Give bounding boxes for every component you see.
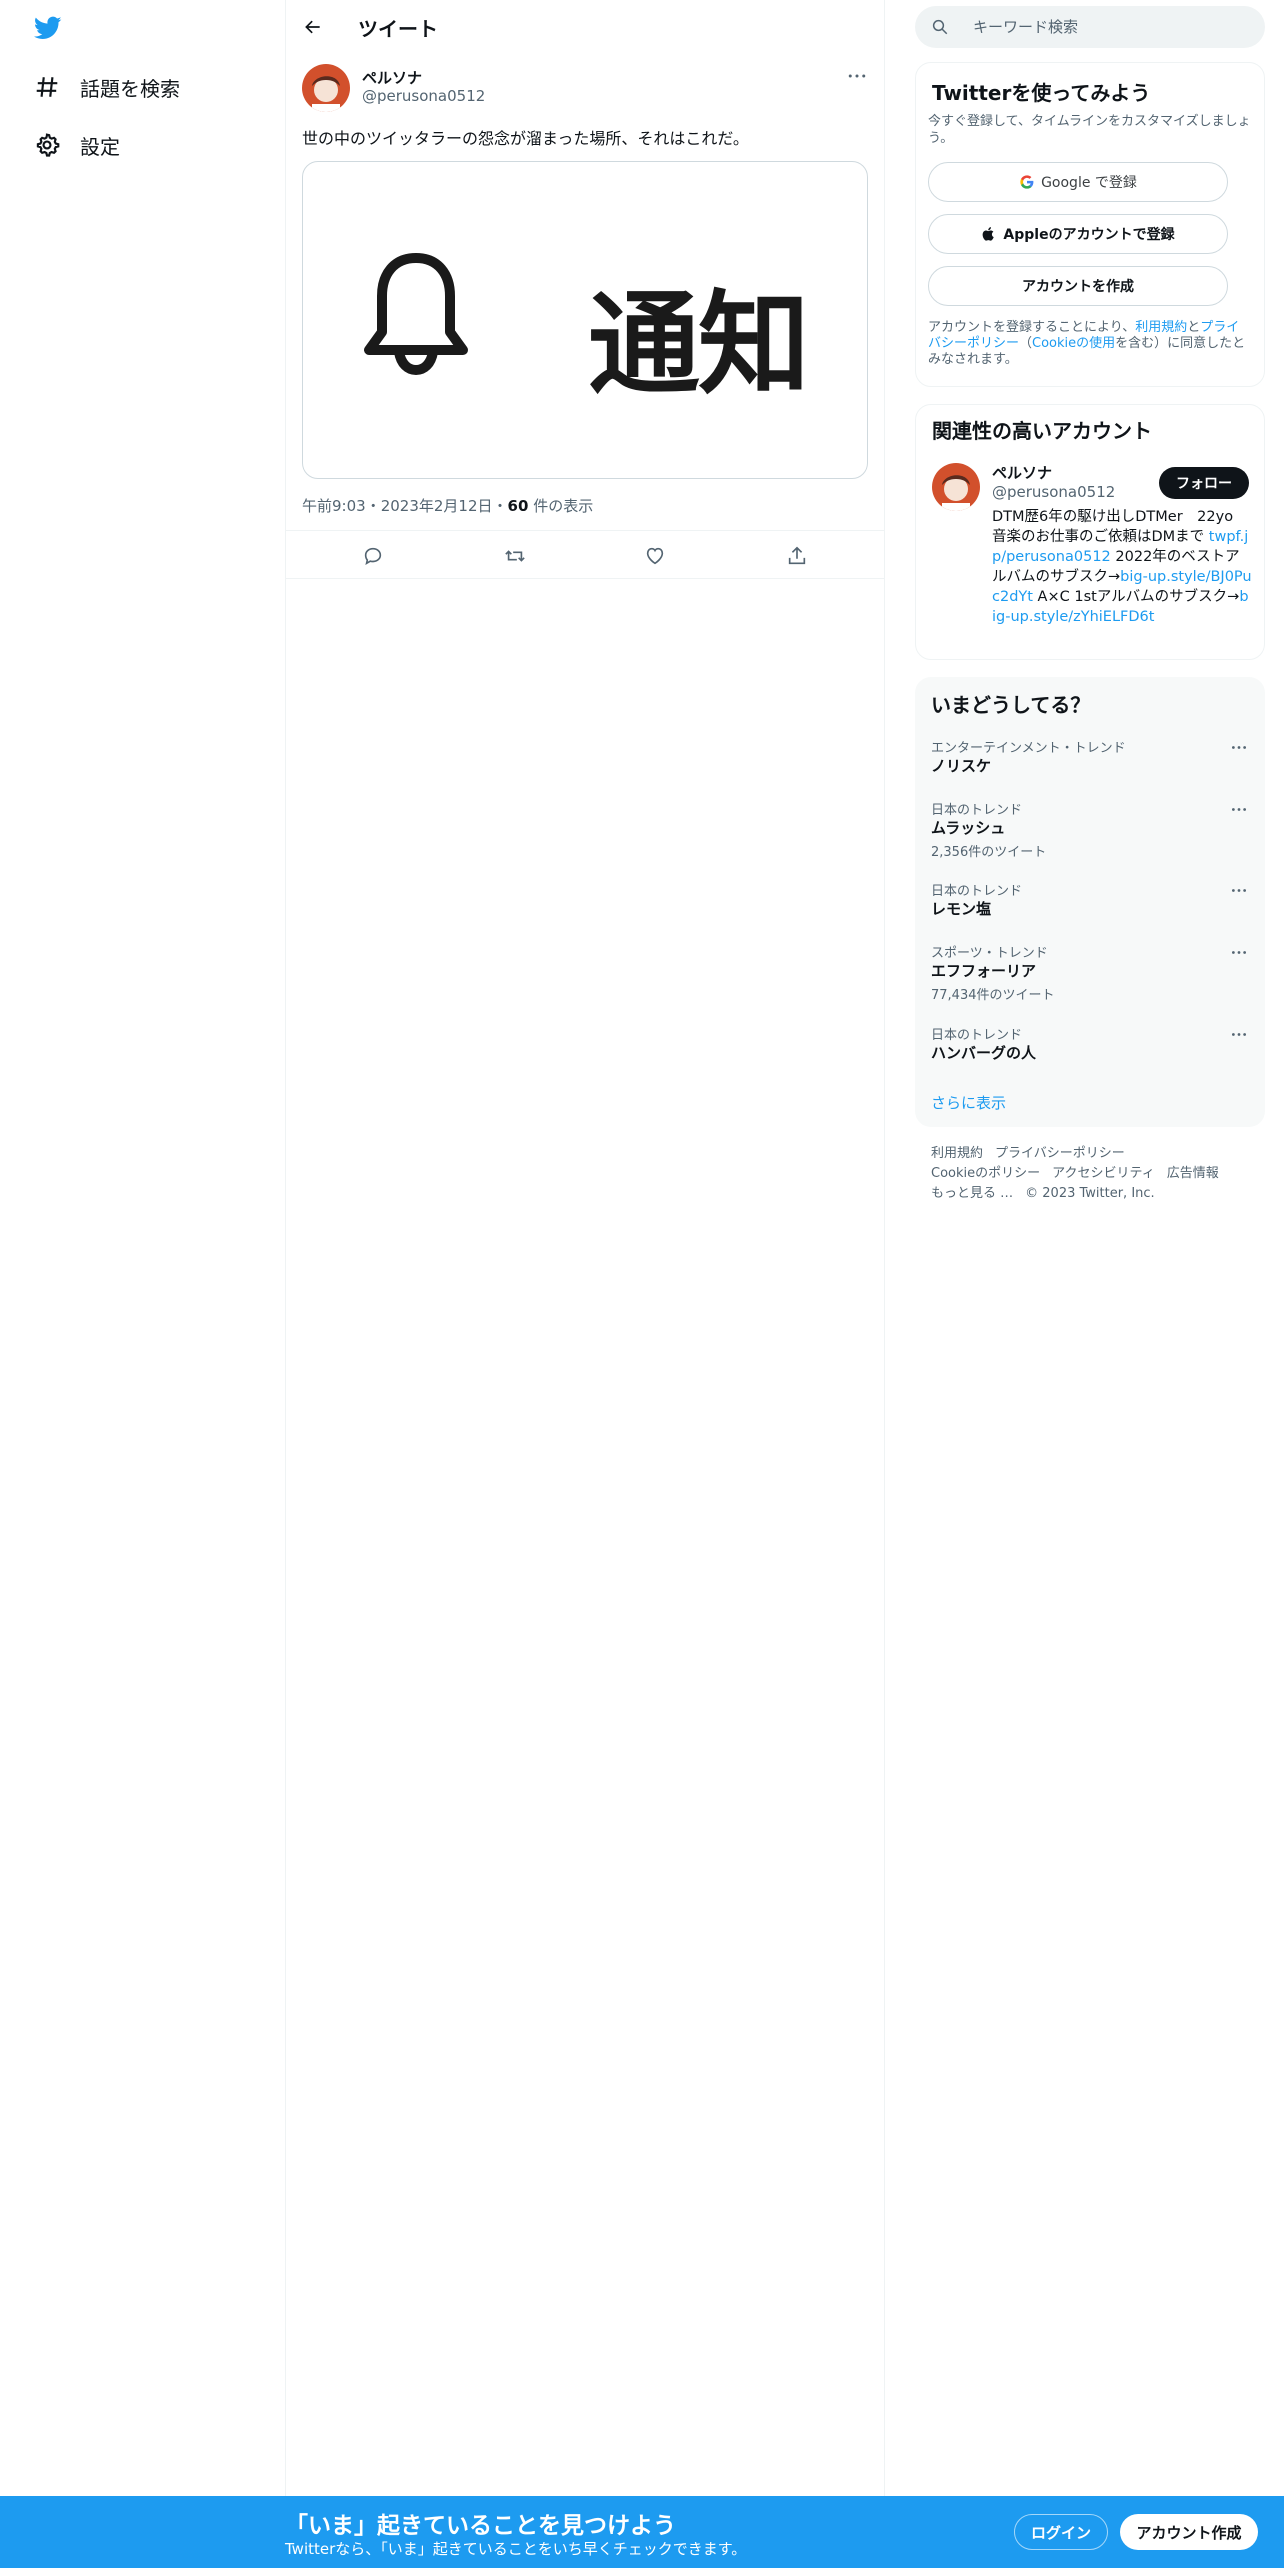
footer-link[interactable]: 広告情報	[1167, 1166, 1219, 1181]
more-dots-icon	[848, 74, 866, 78]
copyright: © 2023 Twitter, Inc.	[1025, 1186, 1155, 1201]
trend-count: 77,434件のツイート	[931, 988, 1055, 1003]
left-nav: 話題を検索 設定	[0, 0, 285, 2568]
trend-name: レモン塩	[931, 900, 992, 918]
tweet-author-handle[interactable]: @perusona0512	[362, 87, 485, 105]
cookie-link[interactable]: Cookieの使用	[1032, 336, 1115, 351]
search-input[interactable]	[973, 18, 1233, 36]
related-account-bio: DTM歴6年の駆け出しDTMer 22yo 音楽のお仕事のご依頼はDMまで tw…	[992, 509, 1252, 625]
follow-button[interactable]: フォロー	[1159, 467, 1249, 499]
more-dots-icon[interactable]	[1227, 737, 1251, 757]
search-box[interactable]	[915, 6, 1265, 48]
bottom-bar-subtitle: Twitterなら、「いま」起きていることをいち早くチェックできます。	[285, 2540, 747, 2558]
login-button[interactable]: ログイン	[1014, 2514, 1108, 2550]
arrow-left-icon	[305, 20, 320, 34]
tweet-text: 世の中のツイッタラーの怨念が溜まった場所、それはこれだ。	[302, 129, 749, 148]
footer-links: 利用規約 プライバシーポリシー Cookieのポリシー アクセシビリティ 広告情報 も…	[931, 1144, 1261, 1204]
signup-button[interactable]: アカウント作成	[1120, 2514, 1258, 2550]
related-accounts-card: 関連性の高いアカウント ペルソナ @perusona0512 フォロー DTM歴…	[915, 404, 1265, 660]
trend-category: エンターテインメント・トレンド	[931, 741, 1126, 756]
bell-icon	[364, 253, 468, 376]
retweet-icon	[505, 550, 525, 562]
bottom-bar-title: 「いま」起きていることを見つけよう	[285, 2513, 676, 2539]
main-column: ツイート ペルソナ @perusona0512 世の中のツイッタラーの怨念が溜ま…	[285, 0, 885, 2568]
trend-category: 日本のトレンド	[931, 1028, 1023, 1043]
gear-icon	[32, 130, 62, 160]
tweet-date[interactable]: 2023年2月12日	[381, 497, 493, 515]
trend-name: ノリスケ	[931, 757, 992, 775]
main-header: ツイート	[286, 0, 884, 54]
trends-title: いまどうしてる？	[931, 693, 1091, 717]
trend-name: ムラッシュ	[931, 819, 1006, 837]
signup-card: Twitterを使ってみよう 今すぐ登録して、タイムラインをカスタマイズしましょ…	[915, 62, 1265, 387]
bottom-signup-bar: 「いま」起きていることを見つけよう Twitterなら、「いま」起きていることを…	[0, 2496, 1284, 2568]
reply-button[interactable]	[360, 543, 386, 569]
create-account-button[interactable]: アカウントを作成	[928, 266, 1228, 306]
avatar[interactable]	[932, 463, 980, 511]
share-button[interactable]	[784, 543, 810, 569]
terms-link[interactable]: 利用規約	[1135, 320, 1187, 335]
trend-category: 日本のトレンド	[931, 884, 1023, 899]
hashtag-icon	[32, 72, 62, 102]
tweet-meta: 午前9:03・2023年2月12日・60 件の表示	[302, 497, 594, 515]
more-dots-icon[interactable]	[1227, 942, 1251, 962]
views-label: 件の表示	[533, 497, 594, 515]
tweet-author-name[interactable]: ペルソナ	[362, 67, 422, 88]
footer-link[interactable]: 利用規約	[931, 1146, 983, 1161]
trend-name: エフフォーリア	[931, 962, 1037, 980]
tweet-time[interactable]: 午前9:03	[302, 497, 366, 515]
google-icon	[1020, 175, 1034, 189]
nav-item-explore[interactable]: 話題を検索	[32, 67, 180, 107]
signup-title: Twitterを使ってみよう	[932, 81, 1151, 105]
tweet-media-image[interactable]: 通知	[302, 161, 868, 479]
related-title: 関連性の高いアカウント	[932, 419, 1152, 443]
apple-signup-button[interactable]: Appleのアカウントで登録	[928, 214, 1228, 254]
page-title: ツイート	[358, 17, 438, 41]
search-icon	[932, 19, 948, 35]
apple-icon	[983, 227, 995, 241]
related-account-handle[interactable]: @perusona0512	[992, 483, 1115, 501]
related-account-name[interactable]: ペルソナ	[992, 462, 1052, 483]
more-dots-icon[interactable]	[1227, 880, 1251, 900]
back-button[interactable]	[294, 8, 332, 46]
google-signup-button[interactable]: Google で登録	[928, 162, 1228, 202]
nav-item-settings[interactable]: 設定	[32, 125, 120, 165]
share-icon	[788, 546, 806, 565]
nav-item-label: 話題を検索	[80, 76, 180, 101]
tweet-actions	[286, 530, 884, 579]
trend-category: スポーツ・トレンド	[931, 946, 1048, 961]
reply-icon	[364, 547, 382, 566]
more-dots-icon[interactable]	[1227, 1024, 1251, 1044]
footer-link[interactable]: Cookieのポリシー	[931, 1166, 1040, 1181]
footer-link[interactable]: アクセシビリティ	[1052, 1166, 1155, 1181]
show-more-link[interactable]: さらに表示	[931, 1092, 1006, 1113]
signup-description: 今すぐ登録して、タイムラインをカスタマイズしましょう。	[928, 114, 1251, 146]
like-button[interactable]	[642, 543, 668, 569]
nav-item-label: 設定	[80, 134, 120, 159]
trends-card: いまどうしてる？ エンターテインメント・トレンド ノリスケ 日本のトレンド ムラ…	[915, 677, 1265, 1127]
signup-legal-text: アカウントを登録することにより、利用規約とプライバシーポリシー（Cookieの使…	[928, 320, 1246, 367]
more-dots-icon[interactable]	[1227, 799, 1251, 819]
retweet-button[interactable]	[502, 543, 528, 569]
trend-name: ハンバーグの人	[931, 1044, 1037, 1062]
more-options-button[interactable]	[844, 66, 870, 86]
trend-count: 2,356件のツイート	[931, 845, 1047, 860]
avatar[interactable]	[302, 64, 350, 112]
views-count: 60	[507, 497, 529, 515]
footer-link[interactable]: プライバシーポリシー	[995, 1146, 1125, 1161]
twitter-bird-icon[interactable]	[32, 14, 64, 42]
heart-icon	[646, 547, 664, 565]
trend-category: 日本のトレンド	[931, 803, 1023, 818]
media-caption: 通知	[588, 280, 810, 410]
footer-link[interactable]: もっと見る …	[931, 1186, 1013, 1201]
